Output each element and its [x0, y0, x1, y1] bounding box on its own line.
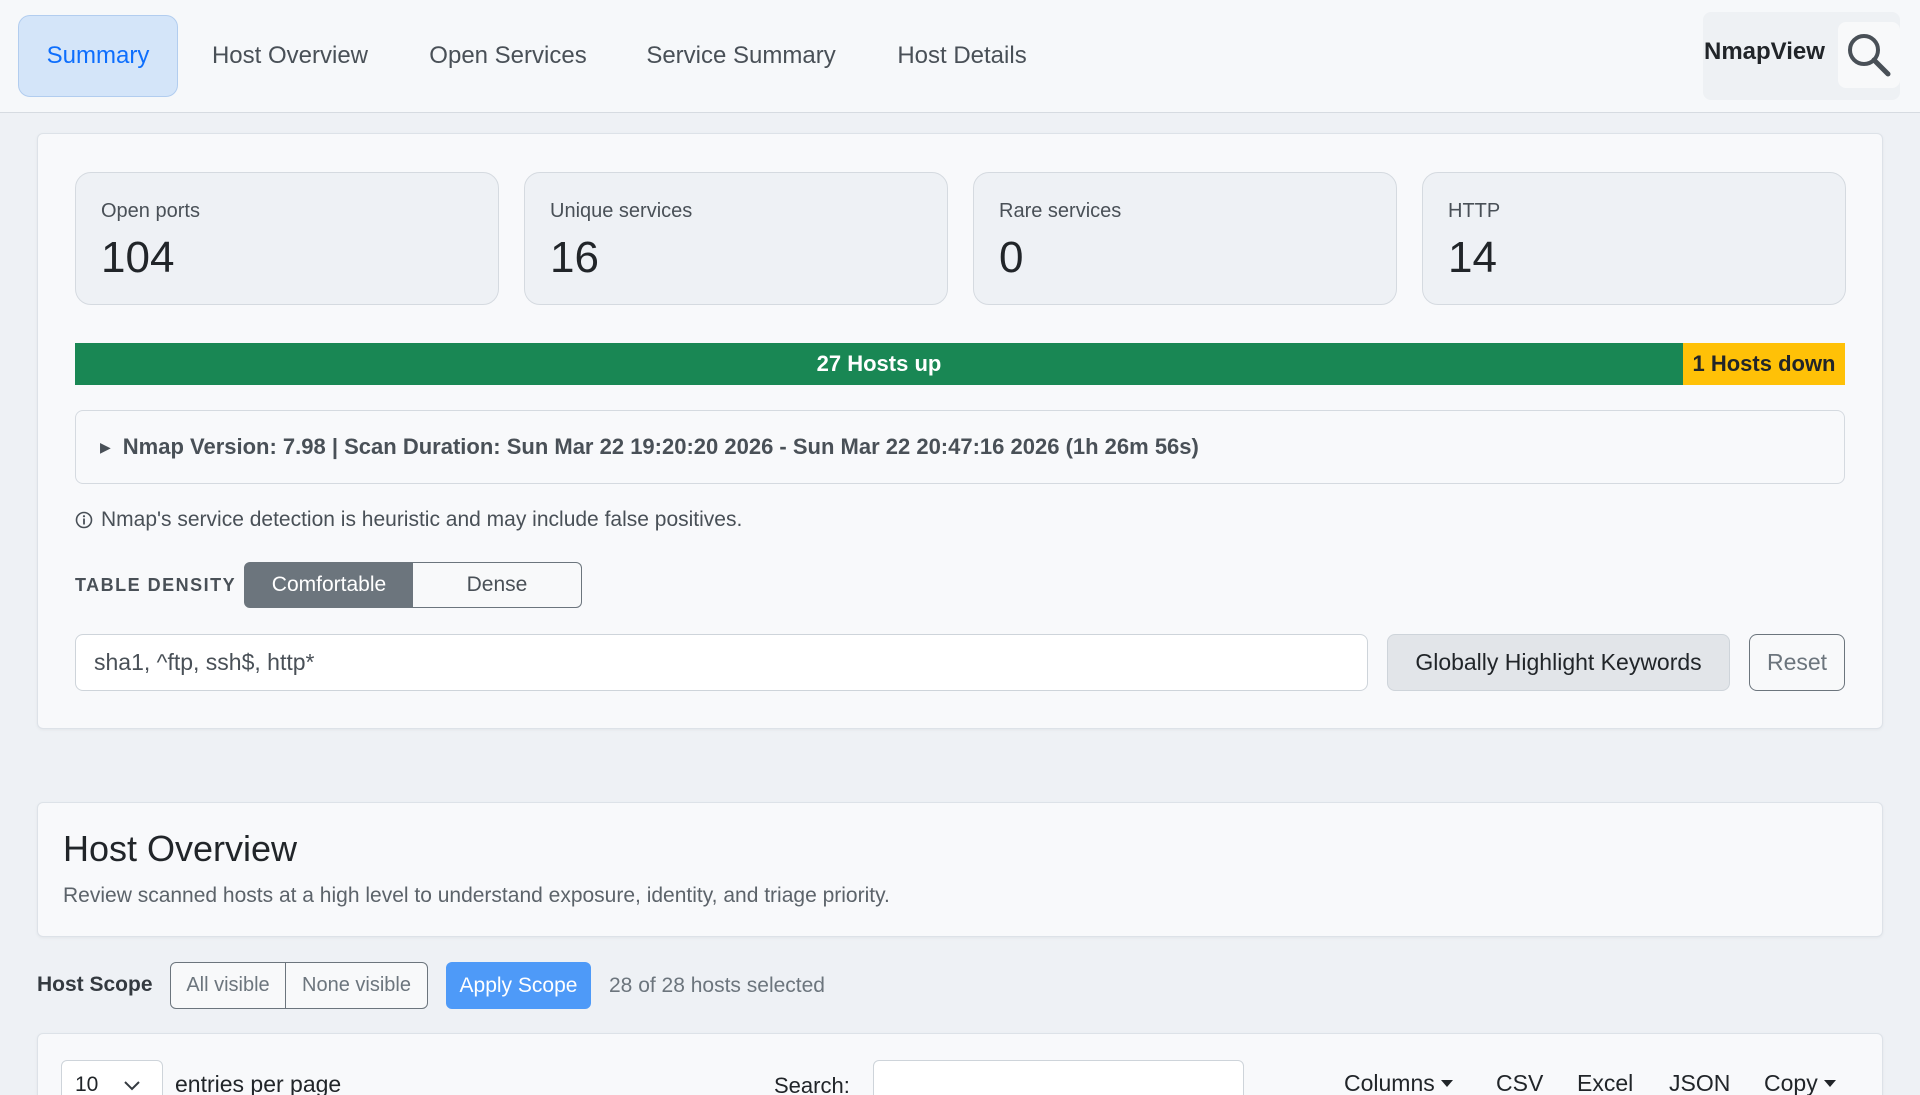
hosts-status-bar: 27 Hosts up 1 Hosts down	[75, 343, 1845, 385]
stat-value: 14	[1448, 233, 1497, 282]
host-overview-subtitle: Review scanned hosts at a high level to …	[63, 884, 890, 907]
stat-http: HTTP 14	[1422, 172, 1846, 305]
keyword-highlight-input[interactable]	[75, 634, 1368, 691]
stat-value: 0	[999, 233, 1024, 282]
export-json-button[interactable]: JSON	[1669, 1070, 1730, 1095]
global-search-button[interactable]	[1838, 22, 1900, 88]
density-dense-button[interactable]: Dense	[413, 562, 582, 608]
host-overview-title: Host Overview	[63, 828, 298, 869]
table-search-label: Search:	[774, 1073, 850, 1095]
tab-summary[interactable]: Summary	[18, 15, 178, 97]
page-size-value: 10	[75, 1073, 99, 1095]
entries-per-page-label: entries per page	[175, 1071, 342, 1095]
search-icon	[1848, 34, 1891, 77]
page-size-select[interactable]: 10	[61, 1060, 163, 1095]
scope-all-visible-button[interactable]: All visible	[170, 962, 286, 1009]
density-comfortable-button[interactable]: Comfortable	[244, 562, 414, 608]
stat-rare-services: Rare services 0	[973, 172, 1397, 305]
heuristic-note: Nmap's service detection is heuristic an…	[75, 508, 742, 532]
scope-none-visible-button[interactable]: None visible	[285, 962, 428, 1009]
stat-label: Unique services	[550, 200, 693, 222]
host-scope-label: Host Scope	[37, 973, 153, 996]
columns-label: Columns	[1344, 1070, 1435, 1095]
tab-open-services[interactable]: Open Services	[416, 15, 600, 97]
scan-details-toggle[interactable]: ▶ Nmap Version: 7.98 | Scan Duration: Su…	[75, 410, 1845, 484]
table-search-input[interactable]	[873, 1060, 1244, 1095]
stat-label: Rare services	[999, 200, 1122, 222]
apply-scope-button[interactable]: Apply Scope	[446, 962, 591, 1009]
stat-unique-services: Unique services 16	[524, 172, 948, 305]
tab-host-details[interactable]: Host Details	[880, 15, 1044, 97]
tab-host-overview[interactable]: Host Overview	[196, 15, 384, 97]
disclosure-triangle-icon: ▶	[100, 438, 111, 455]
reset-button[interactable]: Reset	[1749, 634, 1845, 691]
export-csv-button[interactable]: CSV	[1496, 1070, 1543, 1095]
stat-label: Open ports	[101, 200, 200, 222]
info-circle-icon	[75, 511, 93, 529]
export-excel-button[interactable]: Excel	[1577, 1070, 1633, 1095]
stat-value: 104	[101, 233, 175, 282]
tab-service-summary[interactable]: Service Summary	[634, 15, 848, 97]
stat-label: HTTP	[1448, 200, 1501, 222]
columns-dropdown-button[interactable]: Columns	[1344, 1070, 1453, 1095]
stat-open-ports: Open ports 104	[75, 172, 499, 305]
note-text: Nmap's service detection is heuristic an…	[101, 508, 743, 531]
brand-name[interactable]: NmapView	[1704, 38, 1825, 66]
copy-label: Copy	[1764, 1070, 1818, 1095]
hosts-up-segment: 27 Hosts up	[75, 343, 1683, 385]
caret-down-icon	[1440, 1080, 1453, 1087]
scan-details-text: Nmap Version: 7.98 | Scan Duration: Sun …	[122, 434, 1199, 459]
highlight-keywords-button[interactable]: Globally Highlight Keywords	[1387, 634, 1730, 691]
host-overview-header-card	[37, 802, 1883, 937]
top-navbar: Summary Host Overview Open Services Serv…	[0, 0, 1920, 113]
stat-value: 16	[550, 233, 599, 282]
caret-down-icon	[1823, 1080, 1836, 1087]
hosts-selected-count: 28 of 28 hosts selected	[609, 974, 825, 997]
chevron-down-icon	[124, 1081, 140, 1091]
table-density-label: TABLE DENSITY	[75, 575, 237, 595]
copy-dropdown-button[interactable]: Copy	[1764, 1070, 1836, 1095]
hosts-down-segment: 1 Hosts down	[1683, 343, 1845, 385]
